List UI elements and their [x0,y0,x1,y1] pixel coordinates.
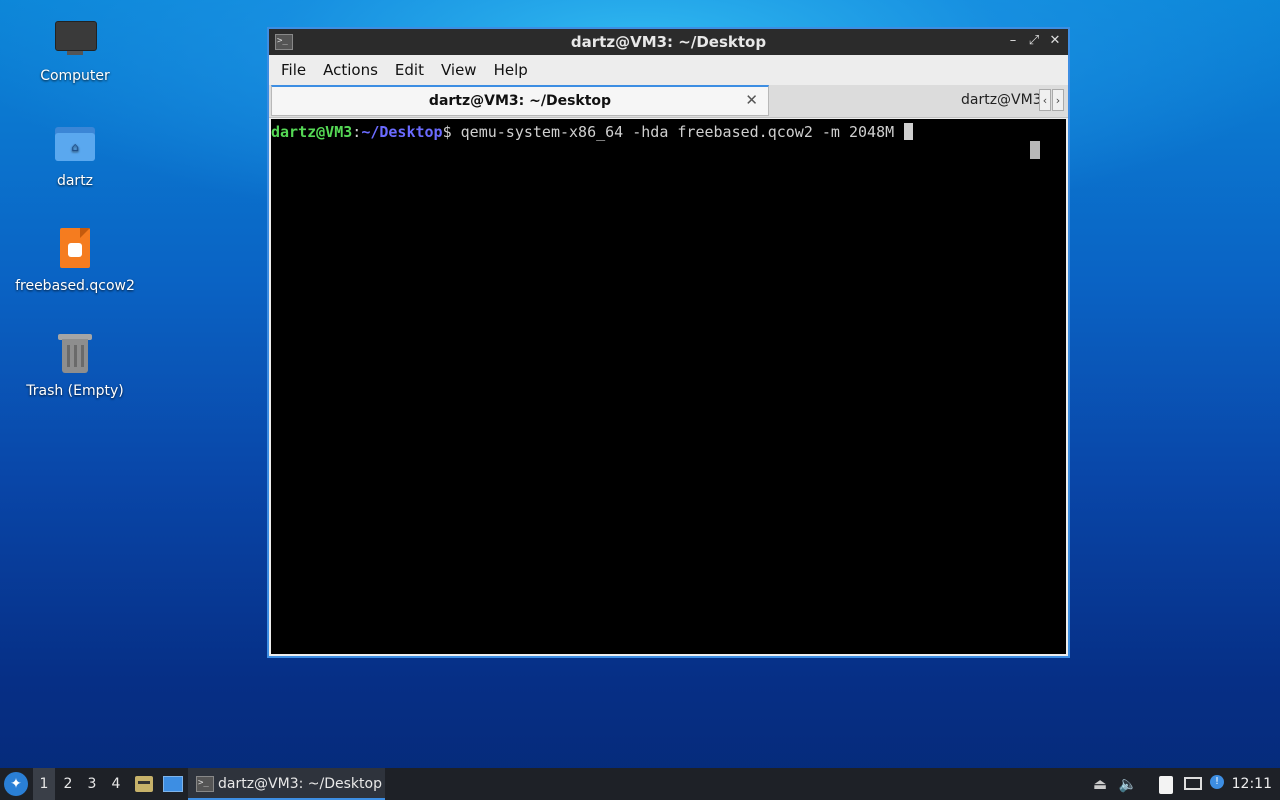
title-bar[interactable]: >_ dartz@VM3: ~/Desktop – ⤢ ✕ [269,29,1068,55]
tab-scroll-right-icon[interactable]: › [1052,89,1064,111]
command-line: dartz@VM3:~/Desktop$ qemu-system-x86_64 … [271,123,914,141]
scrollbar-handle[interactable] [1030,141,1040,159]
workspace-4[interactable]: 4 [105,768,127,800]
maximize-button[interactable]: ⤢ [1025,32,1043,50]
tab-label: dartz@VM3: ~/Desktop [961,92,1051,108]
terminal-area[interactable]: dartz@VM3:~/Desktop$ qemu-system-x86_64 … [271,119,1066,654]
tab-bar: dartz@VM3: ~/Desktop ✕ dartz@VM3: ~/Desk… [269,85,1068,118]
tab-desktop-active[interactable]: dartz@VM3: ~/Desktop ✕ [271,85,769,116]
terminal-window: >_ dartz@VM3: ~/Desktop – ⤢ ✕ File Actio… [267,27,1070,658]
menu-bar: File Actions Edit View Help [269,55,1068,85]
computer-icon [52,16,98,62]
desktop-icon-label: dartz [56,173,94,189]
taskbar: ✦ 1 2 3 4 >_ dartz@VM3: ~/Desktop ⏏ 🔈 ! … [0,768,1280,800]
desktop-icon-home[interactable]: ⌂ dartz [10,121,140,189]
menu-actions[interactable]: Actions [315,61,386,79]
terminal-icon: >_ [196,776,214,792]
menu-help[interactable]: Help [486,61,536,79]
disk-image-file-icon [52,226,98,272]
trash-icon [52,331,98,377]
desktop-icon-trash[interactable]: Trash (Empty) [10,331,140,399]
window-title: dartz@VM3: ~/Desktop [570,33,767,51]
home-folder-icon: ⌂ [52,121,98,167]
lxqt-start-icon[interactable]: ✦ [4,772,28,796]
taskbar-terminal-task[interactable]: >_ dartz@VM3: ~/Desktop [188,768,385,800]
tab-label: dartz@VM3: ~/Desktop [428,93,612,109]
network-icon[interactable] [1182,768,1204,800]
prompt-char: $ [442,123,452,141]
menu-view[interactable]: View [433,61,485,79]
desktop-icon-qcow2[interactable]: freebased.qcow2 [10,226,140,294]
desktop-icon-label: Trash (Empty) [26,383,124,399]
update-notifier-icon[interactable]: ! [1207,768,1229,800]
clock[interactable]: 12:11 [1232,768,1272,800]
volume-icon[interactable]: 🔈 [1117,768,1139,800]
workspace-2[interactable]: 2 [57,768,79,800]
desktop-icon-computer[interactable]: Computer [10,16,140,84]
prompt-separator: : [352,123,362,141]
task-label: dartz@VM3: ~/Desktop [218,776,382,792]
desktop-icon-label: freebased.qcow2 [15,278,135,294]
menu-edit[interactable]: Edit [387,61,432,79]
file-manager-icon[interactable] [134,768,154,800]
text-cursor [904,123,914,140]
eject-icon[interactable]: ⏏ [1089,768,1111,800]
clipboard-icon[interactable] [1155,768,1177,800]
prompt-user-host: dartz@VM3 [271,123,353,141]
show-desktop-icon[interactable] [162,768,184,800]
minimize-button[interactable]: – [1004,32,1022,50]
workspace-3[interactable]: 3 [81,768,103,800]
menu-file[interactable]: File [273,61,314,79]
desktop-icon-label: Computer [40,68,110,84]
tab-desktop-2[interactable]: dartz@VM3: ~/Desktop [771,87,1051,116]
tab-scroll-left-icon[interactable]: ‹ [1039,89,1051,111]
tab-close-icon[interactable]: ✕ [745,91,758,109]
workspace-1[interactable]: 1 [33,768,55,800]
close-button[interactable]: ✕ [1046,32,1064,50]
command-text: qemu-system-x86_64 -hda freebased.qcow2 … [451,123,904,141]
prompt-path: ~/Desktop [361,123,443,141]
